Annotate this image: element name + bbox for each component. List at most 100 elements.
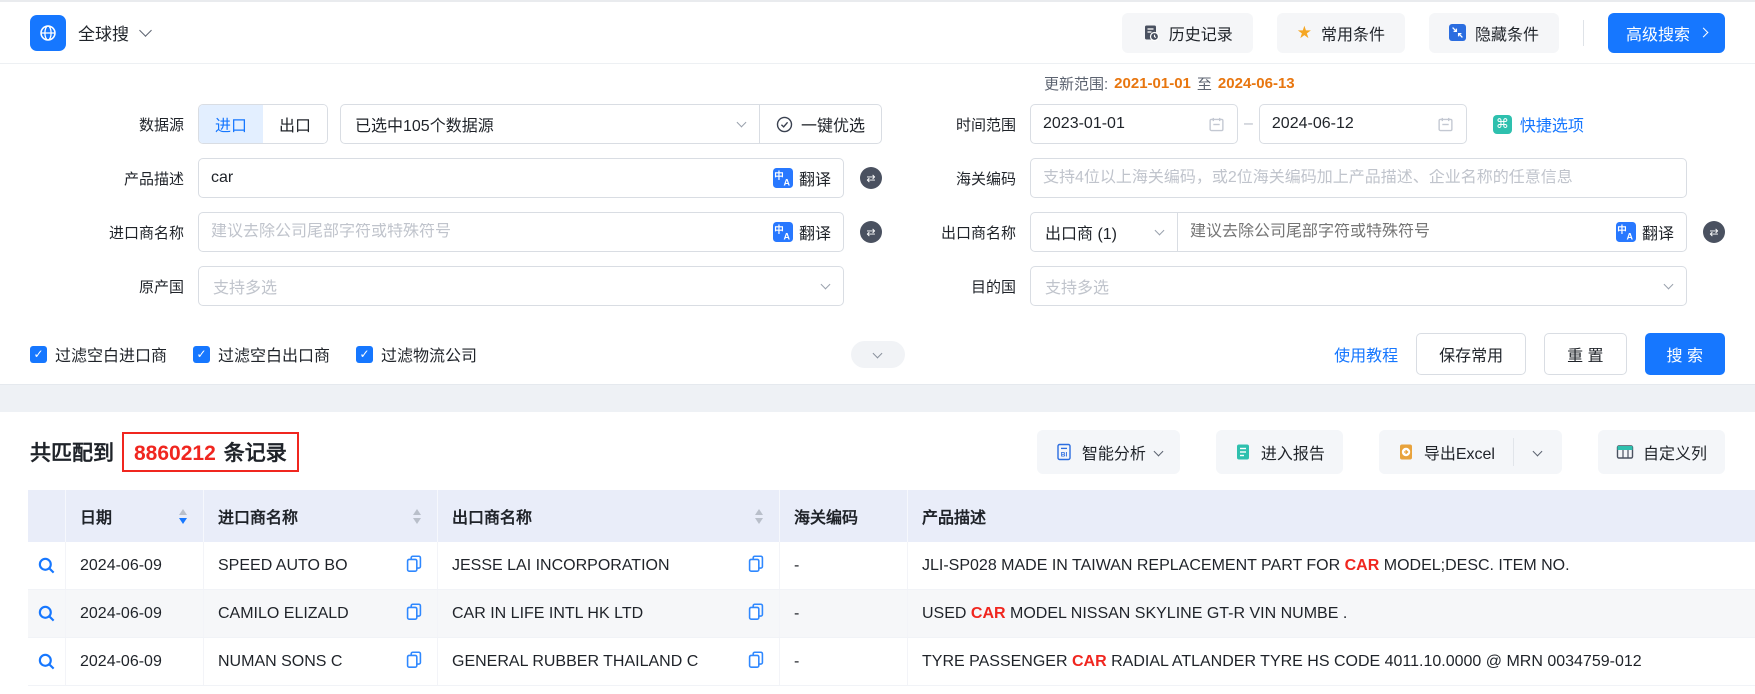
column-header-2[interactable]: 进口商名称 xyxy=(204,490,438,542)
filter-checkbox-0[interactable]: ✓过滤空白进口商 xyxy=(30,342,167,366)
enter-report-button[interactable]: 进入报告 xyxy=(1216,430,1343,474)
row-detail-button[interactable] xyxy=(28,638,66,685)
date-cell: 2024-06-09 xyxy=(66,590,204,637)
search-button[interactable]: 搜 索 xyxy=(1645,333,1725,375)
sort-arrows-icon[interactable] xyxy=(413,509,423,524)
translate-button[interactable]: 中A 翻译 xyxy=(773,220,831,244)
save-favorite-button[interactable]: 保存常用 xyxy=(1416,333,1526,375)
row-detail-button[interactable] xyxy=(28,590,66,637)
magnifier-icon xyxy=(37,604,56,623)
column-header-3[interactable]: 出口商名称 xyxy=(438,490,780,542)
one-click-optimize-button[interactable]: 一键优选 xyxy=(760,112,881,136)
sort-arrows-icon[interactable] xyxy=(755,509,765,524)
start-date-picker[interactable]: 2023-01-01 xyxy=(1030,104,1238,144)
chevron-down-icon xyxy=(737,117,747,127)
sort-arrows-icon[interactable] xyxy=(179,509,189,524)
hs-code-input[interactable] xyxy=(1043,169,1674,187)
product-desc-inputbox: 中A 翻译 xyxy=(198,158,844,198)
exporter-type-select[interactable]: 出口商 (1) xyxy=(1031,220,1177,244)
export-options-button[interactable] xyxy=(1514,430,1562,474)
column-header-5: 产品描述 xyxy=(908,490,1755,542)
keyword-highlight: CAR xyxy=(971,605,1006,622)
importer-cell: CAMILO ELIZALD xyxy=(204,590,438,637)
row-detail-button[interactable] xyxy=(28,542,66,589)
collapse-form-button[interactable] xyxy=(851,341,905,368)
origin-country-select[interactable]: 支持多选 xyxy=(198,266,844,306)
tab-import[interactable]: 进口 xyxy=(199,105,263,143)
copy-icon xyxy=(405,602,423,620)
product-desc-text: JLI-SP028 MADE IN TAIWAN REPLACEMENT PAR… xyxy=(922,557,1570,575)
importer-input[interactable] xyxy=(211,223,773,241)
hs-code-label: 海关编码 xyxy=(922,168,1030,189)
copy-icon xyxy=(747,554,765,572)
end-date-picker[interactable]: 2024-06-12 xyxy=(1259,104,1467,144)
data-source-select[interactable]: 已选中105个数据源 xyxy=(341,112,759,136)
checkbox-icon[interactable]: ✓ xyxy=(356,346,373,363)
tutorial-link[interactable]: 使用教程 xyxy=(1334,342,1398,366)
copy-icon xyxy=(405,650,423,668)
favorites-button[interactable]: ★ 常用条件 xyxy=(1277,13,1405,53)
calendar-icon xyxy=(1208,116,1225,133)
chevron-down-icon xyxy=(1664,279,1674,289)
svg-text:A: A xyxy=(784,177,791,187)
checkbox-icon[interactable]: ✓ xyxy=(30,346,47,363)
chevron-down-icon xyxy=(821,279,831,289)
custom-columns-button[interactable]: 自定义列 xyxy=(1598,430,1725,474)
copy-button[interactable] xyxy=(747,650,765,673)
translate-icon: 中A xyxy=(773,168,793,188)
table-row: 2024-06-09NUMAN SONS CGENERAL RUBBER THA… xyxy=(28,638,1755,686)
exporter-input[interactable] xyxy=(1190,223,1616,241)
chevron-down-icon xyxy=(1533,446,1543,456)
quick-options-link[interactable]: ⌘ 快捷选项 xyxy=(1493,112,1584,136)
copy-button[interactable] xyxy=(405,650,423,673)
exact-match-toggle-icon[interactable]: ⇄ xyxy=(860,221,882,243)
dest-country-select[interactable]: 支持多选 xyxy=(1030,266,1687,306)
svg-text:中: 中 xyxy=(774,170,784,182)
product-desc-input[interactable] xyxy=(211,169,773,187)
hide-conditions-button[interactable]: 隐藏条件 xyxy=(1429,13,1559,53)
origin-country-label: 原产国 xyxy=(30,276,198,297)
export-excel-button[interactable]: 导出Excel xyxy=(1379,430,1513,474)
time-range-row: 时间范围 2023-01-01 – 2024-06-12 ⌘ 快捷选项 xyxy=(922,104,1725,144)
svg-text:A: A xyxy=(784,231,791,241)
product-desc-cell: TYRE PASSENGER CAR RADIAL ATLANDER TYRE … xyxy=(908,638,1755,685)
column-header-1[interactable]: 日期 xyxy=(66,490,204,542)
filter-checkbox-1[interactable]: ✓过滤空白出口商 xyxy=(193,342,330,366)
checkbox-icon[interactable]: ✓ xyxy=(193,346,210,363)
svg-text:中: 中 xyxy=(1617,224,1627,236)
exporter-cell: CAR IN LIFE INTL HK LTD xyxy=(438,590,780,637)
copy-button[interactable] xyxy=(747,554,765,577)
exact-match-toggle-icon[interactable]: ⇄ xyxy=(1703,221,1725,243)
export-excel-split: 导出Excel xyxy=(1379,430,1562,474)
columns-grid-icon xyxy=(1616,443,1634,461)
smart-analysis-button[interactable]: BI 智能分析 xyxy=(1037,430,1180,474)
advanced-search-button[interactable]: 高级搜索 xyxy=(1608,13,1725,53)
match-count-box: 8860212 条记录 xyxy=(122,432,299,472)
copy-button[interactable] xyxy=(405,602,423,625)
reset-button[interactable]: 重 置 xyxy=(1544,333,1626,375)
results-summary: 共匹配到 8860212 条记录 xyxy=(30,432,299,472)
importer-row: 进口商名称 中A 翻译 ⇄ xyxy=(30,212,882,252)
exporter-cell: GENERAL RUBBER THAILAND C xyxy=(438,638,780,685)
translate-button[interactable]: 中A 翻译 xyxy=(1616,220,1674,244)
exact-match-toggle-icon[interactable]: ⇄ xyxy=(860,167,882,189)
filter-checkbox-2[interactable]: ✓ 过滤物流公司 xyxy=(356,342,477,366)
filter-label: 过滤物流公司 xyxy=(381,342,477,366)
results-actions: BI 智能分析 进入报告 导出Excel xyxy=(1037,430,1725,474)
product-desc-cell: JLI-SP028 MADE IN TAIWAN REPLACEMENT PAR… xyxy=(908,542,1755,589)
column-label: 海关编码 xyxy=(794,504,858,528)
copy-button[interactable] xyxy=(405,554,423,577)
date-cell: 2024-06-09 xyxy=(66,542,204,589)
history-button[interactable]: 历史记录 xyxy=(1122,13,1253,53)
copy-icon xyxy=(747,602,765,620)
chevron-down-icon xyxy=(139,24,152,37)
tab-export[interactable]: 出口 xyxy=(263,105,327,143)
hs-code-cell: - xyxy=(780,638,908,685)
page: 全球搜 历史记录 ★ 常用条件 隐藏条件 高级搜索 xyxy=(0,0,1755,694)
hs-code-cell: - xyxy=(780,590,908,637)
copy-button[interactable] xyxy=(747,602,765,625)
section-divider xyxy=(0,384,1755,412)
app-switcher[interactable]: 全球搜 xyxy=(30,15,150,51)
svg-text:BI: BI xyxy=(1061,452,1068,459)
translate-button[interactable]: 中A 翻译 xyxy=(773,166,831,190)
